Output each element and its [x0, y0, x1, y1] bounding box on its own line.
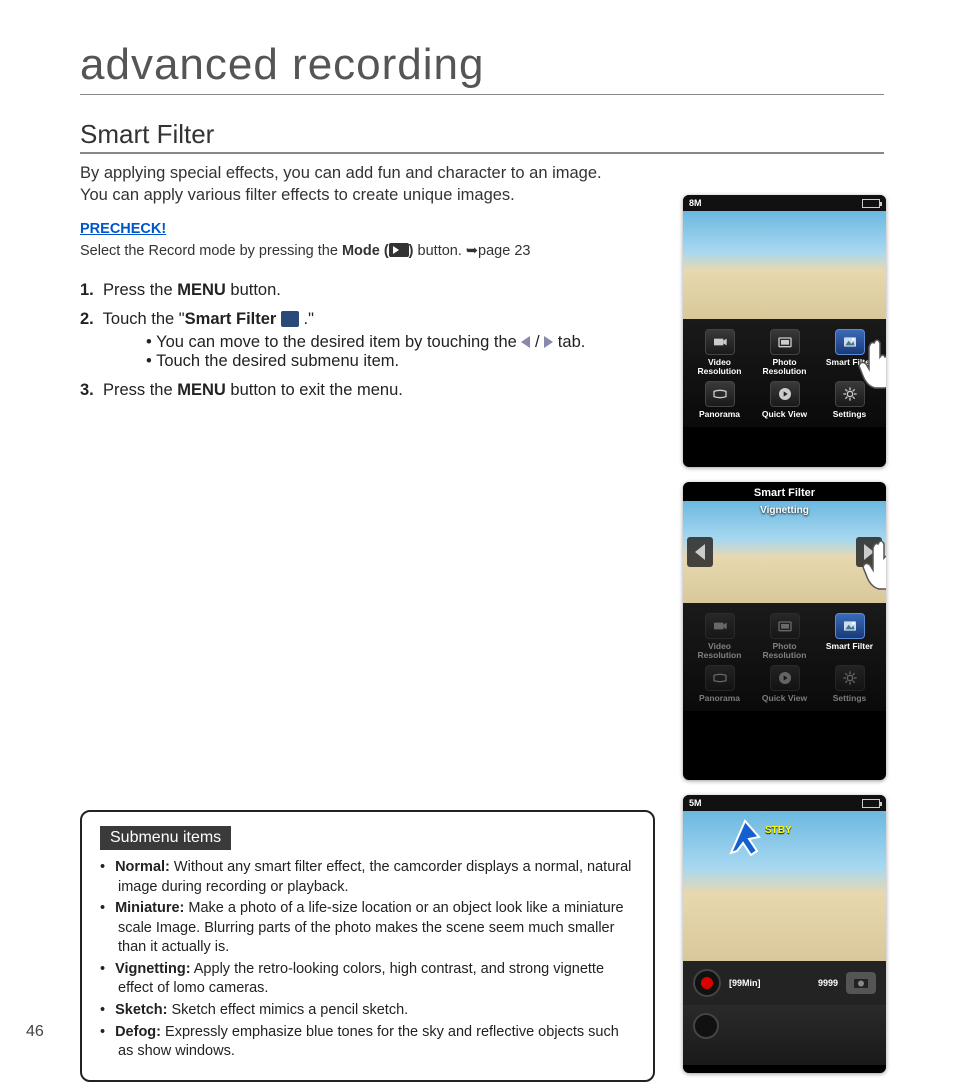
- device-screenshot-menu: 8M Video Resolution Photo Resolution Sma…: [683, 195, 886, 467]
- page-number: 46: [26, 1023, 44, 1041]
- smart-filter-title: Smart Filter: [683, 482, 886, 501]
- grip-area: [683, 1005, 886, 1065]
- time-remaining: [99Min]: [729, 978, 761, 988]
- filter-preview: Vignetting: [683, 501, 886, 603]
- device-screenshot-record: 5M STBY [99Min] 9999: [683, 795, 886, 1073]
- submenu-item: Miniature: Make a photo of a life-size l…: [100, 899, 635, 958]
- step-3: 3. Press the MENU button to exit the men…: [80, 381, 670, 400]
- submenu-list: Normal: Without any smart filter effect,…: [100, 858, 635, 1062]
- touch-hand-icon: [854, 335, 886, 390]
- record-button[interactable]: [693, 969, 721, 997]
- shots-remaining: 9999: [818, 978, 838, 988]
- menu-smart-filter[interactable]: Smart Filter: [817, 613, 882, 661]
- menu-quick-view[interactable]: Quick View: [752, 381, 817, 419]
- menu-panorama[interactable]: Panorama: [687, 381, 752, 419]
- menu-photo-resolution[interactable]: Photo Resolution: [752, 329, 817, 377]
- capture-button[interactable]: [846, 972, 876, 994]
- menu-panorama[interactable]: Panorama: [687, 665, 752, 703]
- menu-photo-resolution[interactable]: Photo Resolution: [752, 613, 817, 661]
- secondary-button[interactable]: [693, 1013, 719, 1039]
- submenu-item: Vignetting: Apply the retro-looking colo…: [100, 960, 635, 999]
- chevron-left-icon: [521, 336, 530, 348]
- battery-icon: [862, 199, 880, 208]
- chevron-right-icon: [544, 336, 553, 348]
- menu-quick-view[interactable]: Quick View: [752, 665, 817, 703]
- mode-icon: [389, 243, 409, 257]
- section-title: Smart Filter: [80, 119, 884, 154]
- menu-video-resolution[interactable]: Video Resolution: [687, 329, 752, 377]
- preview-image: STBY: [683, 811, 886, 961]
- submenu-box: Submenu items Normal: Without any smart …: [80, 810, 655, 1082]
- preview-image: [683, 211, 886, 319]
- submenu-item: Normal: Without any smart filter effect,…: [100, 858, 635, 897]
- step-2: 2. Touch the "Smart Filter ." • You can …: [80, 310, 670, 371]
- submenu-heading: Submenu items: [100, 826, 231, 850]
- submenu-item: Defog: Expressly emphasize blue tones fo…: [100, 1023, 635, 1062]
- battery-icon: [862, 799, 880, 808]
- steps-list: 1. Press the MENU button. 2. Touch the "…: [80, 281, 670, 400]
- status-bar: 8M: [683, 195, 886, 211]
- intro-text: By applying special effects, you can add…: [80, 162, 690, 207]
- chapter-title: advanced recording: [80, 40, 884, 95]
- menu-grid: Video Resolution Photo Resolution Smart …: [683, 603, 886, 711]
- current-filter-label: Vignetting: [683, 505, 886, 516]
- menu-video-resolution[interactable]: Video Resolution: [687, 613, 752, 661]
- device-screenshot-smartfilter: Smart Filter Vignetting Video Resolution…: [683, 482, 886, 780]
- submenu-item: Sketch: Sketch effect mimics a pencil sk…: [100, 1001, 635, 1021]
- touch-hand-icon: [858, 536, 886, 591]
- cursor-arrow-icon: [727, 817, 767, 857]
- smart-filter-icon: [281, 311, 299, 327]
- step-1: 1. Press the MENU button.: [80, 281, 670, 300]
- menu-settings[interactable]: Settings: [817, 665, 882, 703]
- control-bar: [99Min] 9999: [683, 961, 886, 1005]
- prev-filter-button[interactable]: [687, 537, 713, 567]
- status-bar: 5M: [683, 795, 886, 811]
- stby-label: STBY: [765, 825, 792, 836]
